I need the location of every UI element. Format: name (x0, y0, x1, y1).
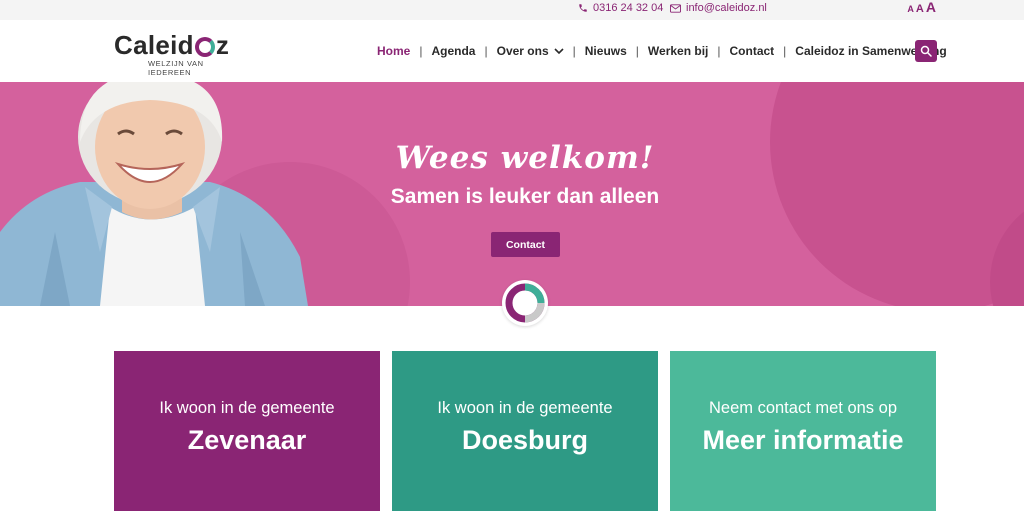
font-size-large[interactable]: A (926, 0, 936, 15)
nav-item-nieuws[interactable]: Nieuws (585, 44, 627, 58)
hero-contact-button[interactable]: Contact (491, 232, 560, 257)
caleidoz-badge (502, 280, 548, 326)
logo-wordmark: Caleid z (114, 30, 239, 61)
mail-icon (670, 3, 681, 13)
font-size-small[interactable]: A (907, 4, 914, 14)
hero-title: Wees welkom! (395, 140, 655, 176)
nav-divider: | (717, 44, 721, 58)
main-nav: Home | Agenda | Over ons | Nieuws | Werk… (377, 44, 947, 58)
card-zevenaar[interactable]: Ik woon in de gemeente Zevenaar (114, 351, 380, 511)
phone-number: 0316 24 32 04 (593, 2, 664, 14)
top-contact-bar: 0316 24 32 04 info@caleidoz.nl A A A (0, 0, 1024, 20)
logo-ring-icon (194, 36, 215, 57)
hero-portrait-image (0, 82, 308, 306)
hero-decoration (770, 82, 1024, 306)
nav-divider: | (484, 44, 488, 58)
email-address: info@caleidoz.nl (686, 2, 767, 14)
nav-divider: | (635, 44, 639, 58)
hero-banner: Wees welkom! Samen is leuker dan alleen … (0, 82, 1024, 306)
nav-item-contact[interactable]: Contact (730, 44, 775, 58)
font-size-medium[interactable]: A (916, 3, 924, 15)
nav-item-over-ons[interactable]: Over ons (497, 44, 564, 58)
card-meer-informatie[interactable]: Neem contact met ons op Meer informatie (670, 351, 936, 511)
font-size-switcher: A A A (907, 0, 936, 15)
nav-item-werken-bij[interactable]: Werken bij (648, 44, 708, 58)
card-title: Doesburg (461, 425, 588, 455)
hero-subtitle: Samen is leuker dan alleen (390, 185, 660, 208)
site-header: Caleid z WELZIJN VAN IEDEREEN Home | Age… (0, 20, 1024, 82)
logo-text-end: z (215, 30, 230, 60)
nav-item-home[interactable]: Home (377, 44, 410, 58)
nav-item-over-ons-label: Over ons (496, 44, 549, 58)
search-button[interactable] (915, 40, 937, 62)
nav-divider: | (419, 44, 423, 58)
email-link[interactable]: info@caleidoz.nl (670, 2, 767, 14)
card-title: Meer informatie (702, 425, 904, 455)
phone-icon (579, 4, 587, 12)
card-pretitle: Ik woon in de gemeente (159, 399, 335, 417)
nav-divider: | (783, 44, 787, 58)
card-doesburg[interactable]: Ik woon in de gemeente Doesburg (392, 351, 658, 511)
site-logo[interactable]: Caleid z WELZIJN VAN IEDEREEN (114, 30, 239, 77)
phone-link[interactable]: 0316 24 32 04 (578, 2, 663, 14)
caleidoz-badge-icon (505, 283, 545, 323)
card-pretitle: Ik woon in de gemeente (437, 399, 613, 417)
logo-tagline: WELZIJN VAN IEDEREEN (148, 59, 204, 77)
card-pretitle: Neem contact met ons op (708, 399, 897, 417)
card-title: Zevenaar (187, 425, 307, 455)
search-icon (920, 45, 932, 57)
chevron-down-icon (554, 48, 564, 55)
nav-divider: | (572, 44, 576, 58)
nav-item-agenda[interactable]: Agenda (431, 44, 475, 58)
logo-text-start: Caleid (114, 30, 194, 60)
